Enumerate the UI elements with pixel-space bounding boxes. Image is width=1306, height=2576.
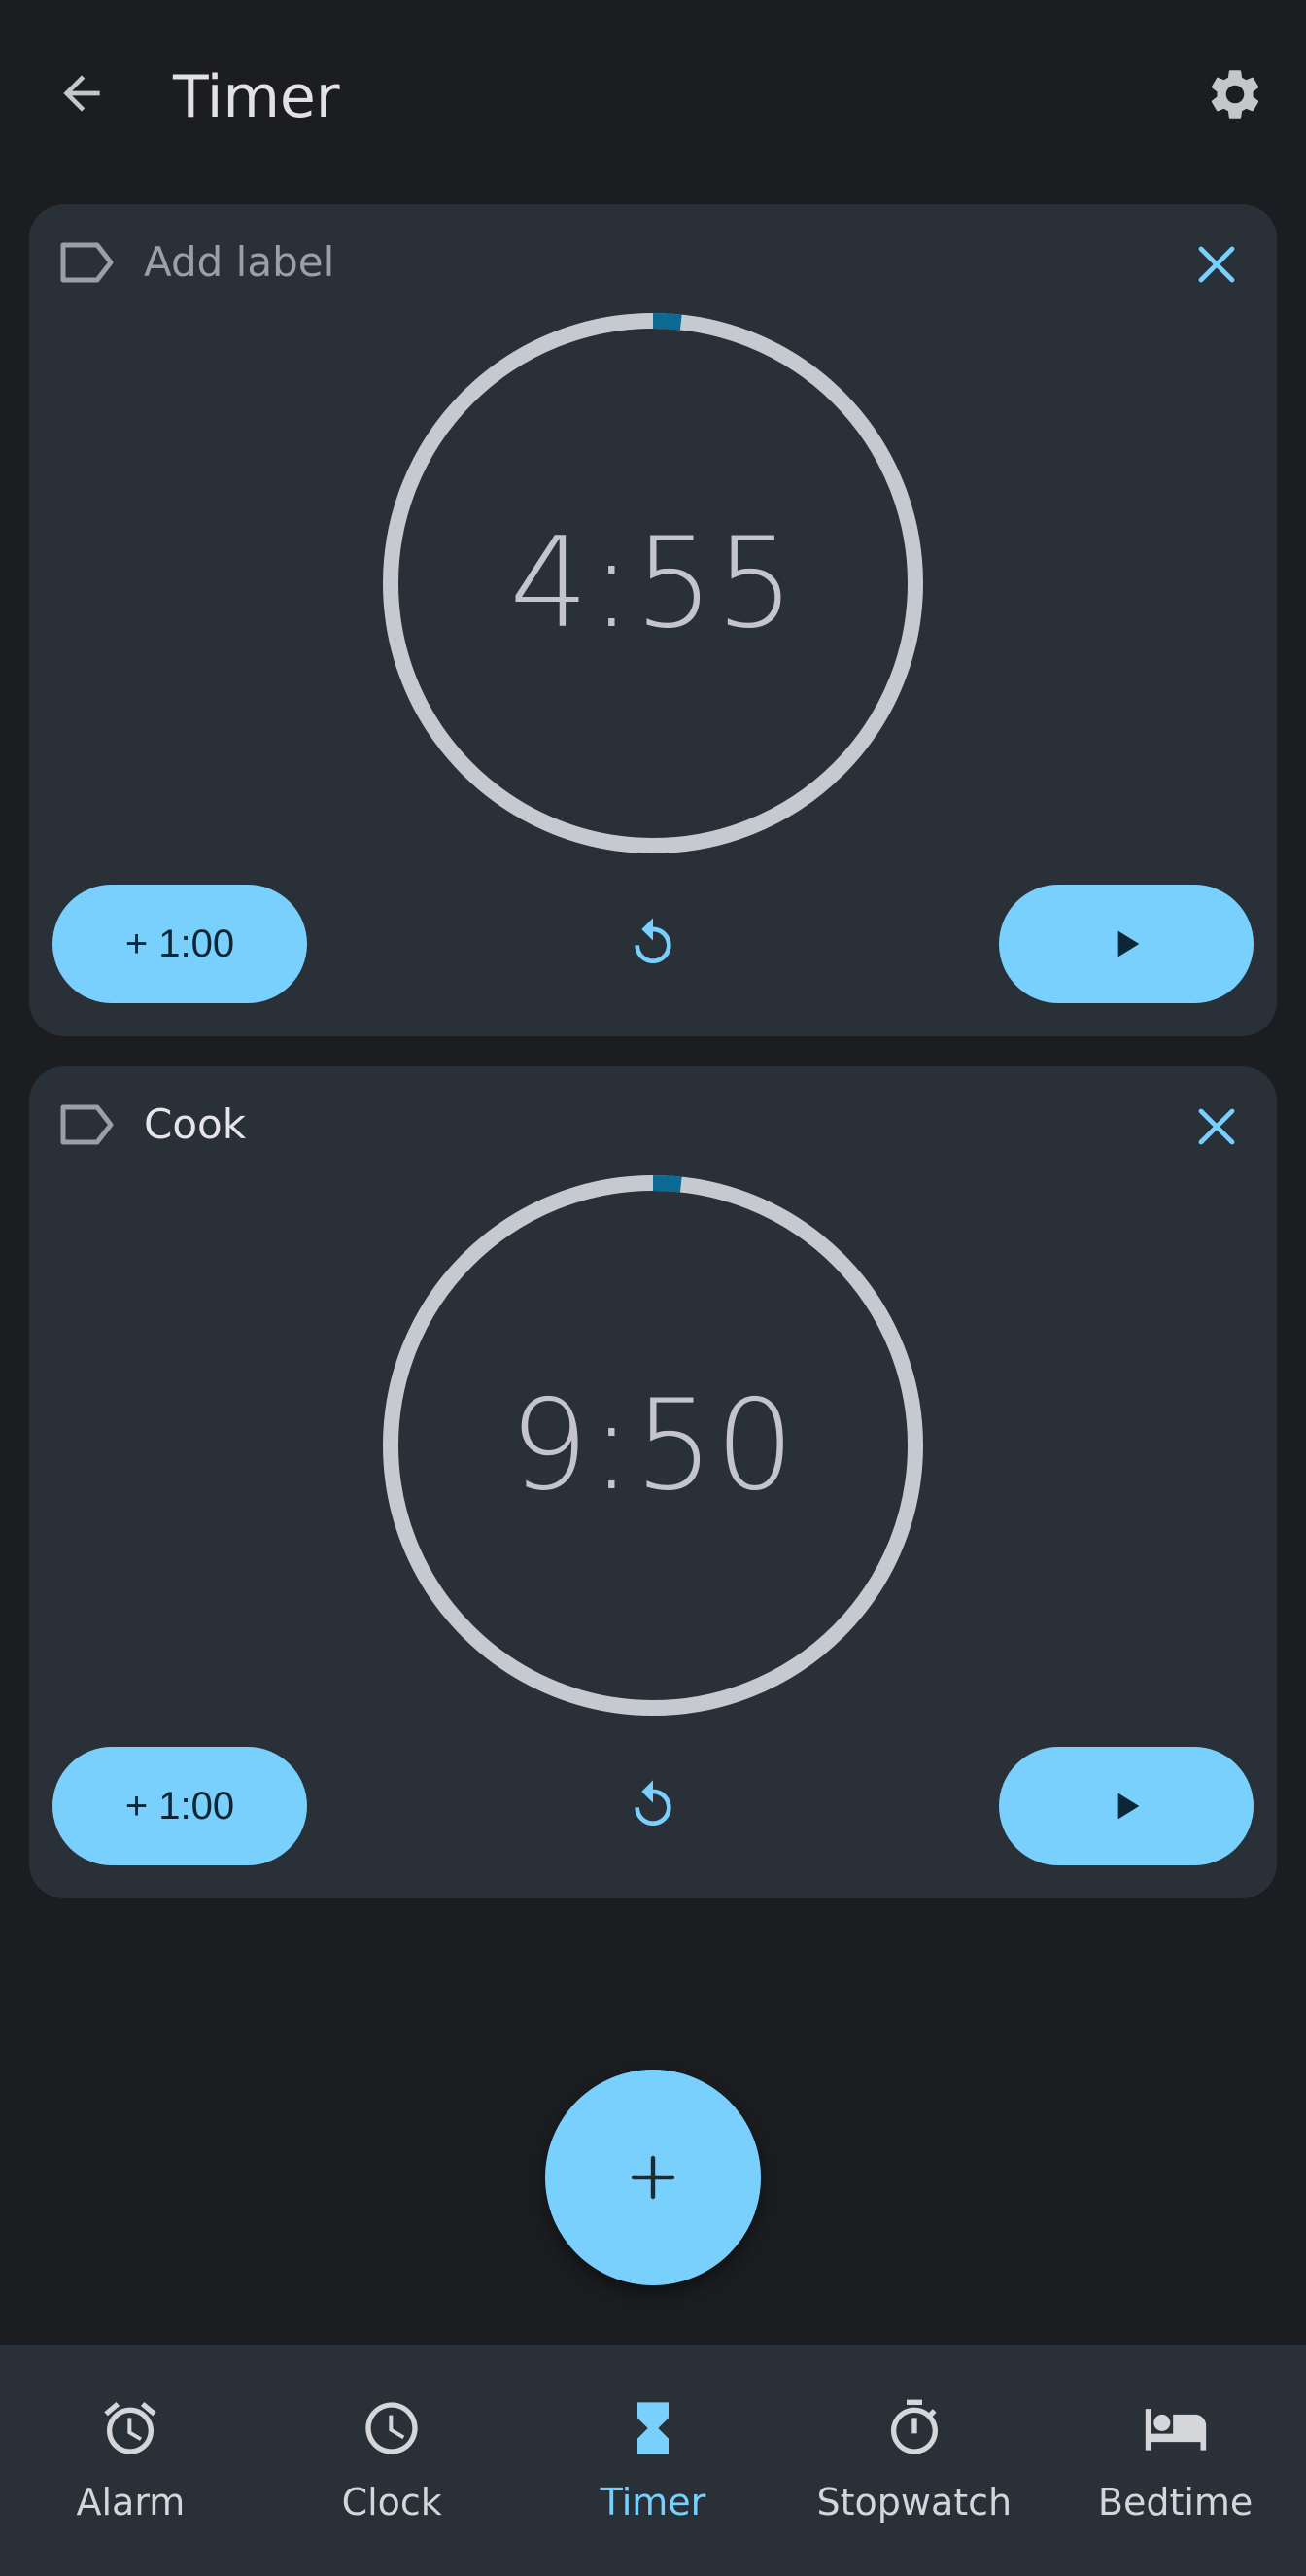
play-icon — [1117, 1793, 1140, 1820]
nav-label: Clock — [341, 2481, 442, 2524]
clock-icon — [359, 2395, 425, 2461]
timer-label-text: Cook — [144, 1100, 247, 1148]
close-icon — [1198, 1108, 1235, 1145]
timer-card: Add label 4:55 + 1:00 — [29, 204, 1277, 1036]
nav-item-stopwatch[interactable]: Stopwatch — [783, 2345, 1045, 2576]
nav-label: Alarm — [76, 2481, 186, 2524]
top-app-bar: Timer — [0, 0, 1306, 194]
start-timer-button[interactable] — [999, 885, 1254, 1003]
add-timer-button[interactable] — [545, 2070, 761, 2285]
delete-timer-button[interactable] — [1187, 1097, 1246, 1156]
page-title: Timer — [173, 63, 340, 131]
arrow-back-icon — [63, 75, 100, 112]
reset-icon — [635, 918, 671, 963]
bed-icon — [1143, 2395, 1209, 2461]
timer-dial[interactable]: 4:55 — [381, 311, 925, 855]
add-minute-button[interactable]: + 1:00 — [52, 885, 307, 1003]
add-minute-button[interactable]: + 1:00 — [52, 1747, 307, 1865]
nav-item-timer[interactable]: Timer — [523, 2345, 784, 2576]
nav-item-alarm[interactable]: Alarm — [0, 2345, 261, 2576]
timer-card: Cook 9:50 + 1:00 — [29, 1066, 1277, 1898]
nav-item-bedtime[interactable]: Bedtime — [1045, 2345, 1306, 2576]
reset-timer-button[interactable] — [624, 1776, 682, 1834]
play-icon — [1117, 930, 1140, 957]
timer-time-remaining: 4:55 — [509, 510, 797, 656]
close-icon — [1198, 246, 1235, 283]
label-tag-icon — [60, 1104, 114, 1145]
gear-icon — [1211, 70, 1259, 119]
nav-item-clock[interactable]: Clock — [261, 2345, 523, 2576]
bottom-navigation: Alarm Clock Timer Stopwatch Bedtime — [0, 2345, 1306, 2576]
nav-label: Stopwatch — [816, 2481, 1013, 2524]
label-tag-icon — [60, 242, 114, 283]
timer-label-text: Add label — [144, 238, 335, 286]
timer-dial[interactable]: 9:50 — [381, 1173, 925, 1718]
hourglass-icon — [620, 2395, 686, 2461]
timer-time-remaining: 9:50 — [509, 1373, 797, 1518]
timer-label-field[interactable]: Cook — [58, 1096, 246, 1154]
delete-timer-button[interactable] — [1187, 235, 1246, 294]
stopwatch-icon — [881, 2395, 947, 2461]
nav-label: Bedtime — [1097, 2481, 1254, 2524]
start-timer-button[interactable] — [999, 1747, 1254, 1865]
timer-label-field[interactable]: Add label — [58, 233, 334, 292]
reset-icon — [635, 1780, 671, 1826]
back-button[interactable] — [49, 60, 115, 126]
settings-button[interactable] — [1201, 60, 1269, 128]
nav-label: Timer — [600, 2481, 706, 2524]
alarm-icon — [97, 2395, 163, 2461]
plus-icon — [631, 2155, 675, 2200]
reset-timer-button[interactable] — [624, 914, 682, 972]
